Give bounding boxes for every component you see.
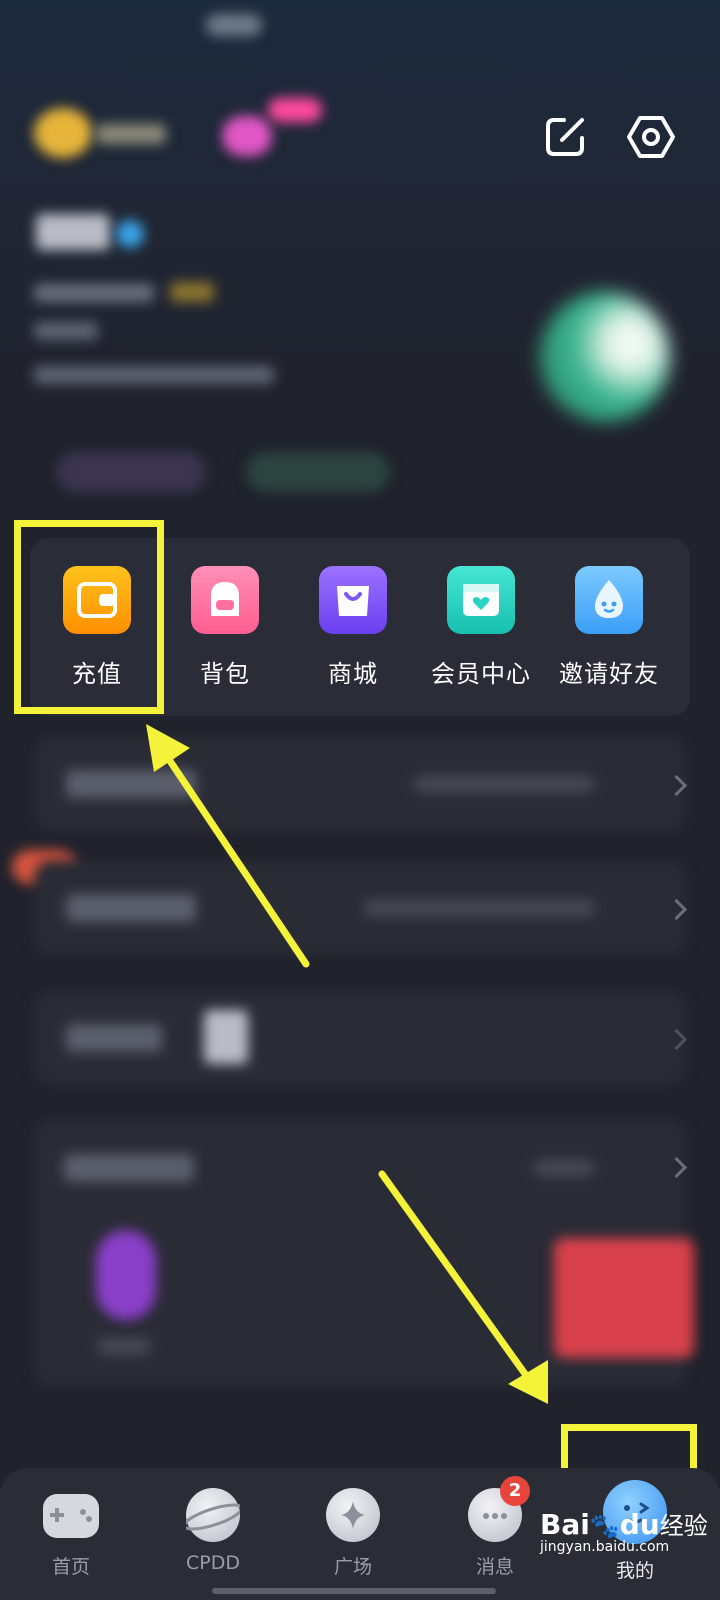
tab-label-cpdd: CPDD xyxy=(186,1552,240,1574)
home-indicator xyxy=(212,1588,496,1594)
message-badge: 2 xyxy=(500,1476,530,1506)
tab-messages[interactable]: 2 消息 xyxy=(440,1476,550,1579)
watermark-url: jingyan.baidu.com xyxy=(540,1539,670,1555)
tab-label-mine: 我的 xyxy=(615,1560,654,1582)
watermark-brand2: du xyxy=(619,1508,660,1541)
tab-label-square: 广场 xyxy=(333,1556,372,1578)
arrow-to-recharge xyxy=(146,724,310,968)
watermark-brand: Bai xyxy=(540,1508,590,1541)
sparkle-icon xyxy=(326,1488,380,1542)
planet-icon xyxy=(182,1488,244,1542)
tab-label-messages: 消息 xyxy=(475,1556,514,1578)
paw-icon: 🐾 xyxy=(589,1512,620,1540)
gamepad-icon xyxy=(43,1494,99,1538)
tab-label-home: 首页 xyxy=(51,1556,90,1578)
arrow-to-mine-tab xyxy=(378,1170,548,1404)
baidu-watermark: Bai🐾du经验 jingyan.baidu.com xyxy=(540,1506,708,1555)
watermark-suffix: 经验 xyxy=(659,1512,708,1540)
tab-home[interactable]: 首页 xyxy=(16,1488,126,1579)
tab-cpdd[interactable]: CPDD xyxy=(158,1488,268,1574)
arrow-annotations xyxy=(146,724,548,1404)
chat-bubble-icon: 2 xyxy=(468,1476,530,1542)
tab-square[interactable]: 广场 xyxy=(298,1488,408,1579)
